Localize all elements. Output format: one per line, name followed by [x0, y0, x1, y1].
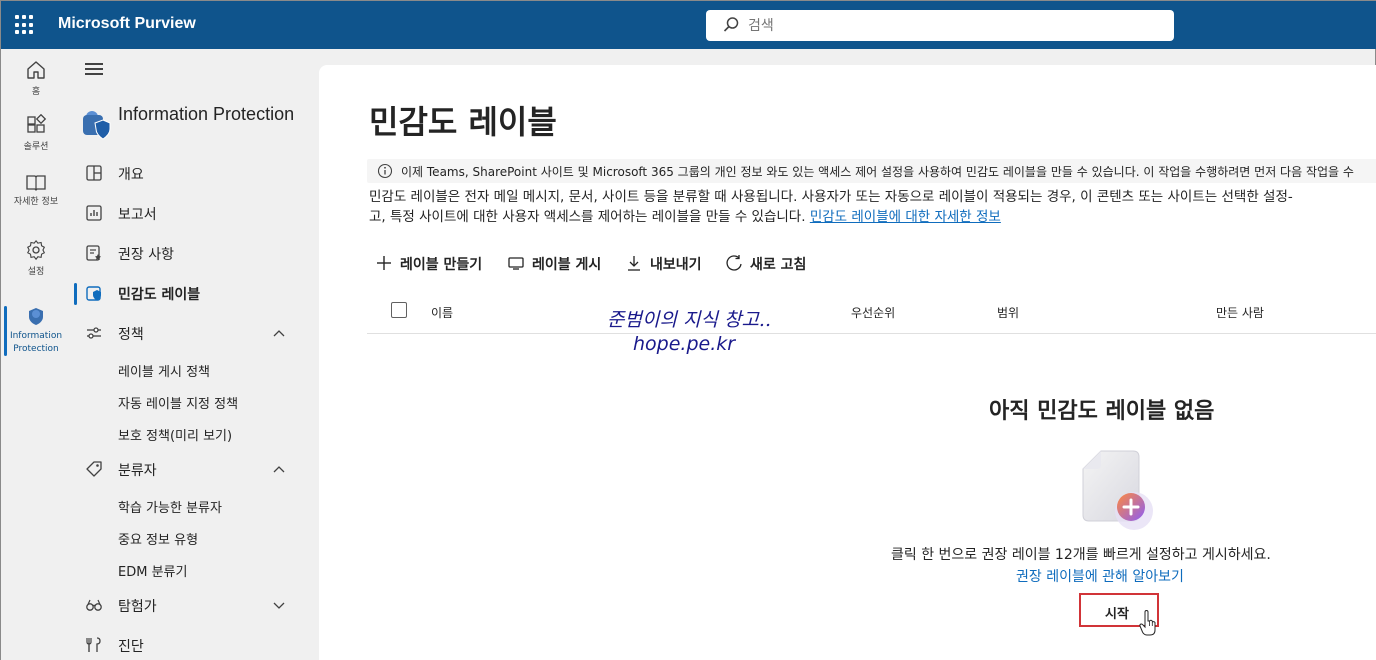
hamburger-menu-icon[interactable] — [85, 63, 103, 77]
learn-more-link[interactable]: 민감도 레이블에 대한 자세한 정보 — [810, 209, 1001, 225]
nav-label: 진단 — [118, 639, 144, 655]
left-rail: 홈 솔루션 자세한 정보 설정 Information Protection — [1, 49, 71, 660]
toolbar-label: 새로 고침 — [750, 257, 807, 273]
policy-icon — [87, 327, 101, 339]
nav-item-reports[interactable]: 보고서 — [71, 195, 319, 231]
button-label: 시작 — [1105, 607, 1129, 622]
main-content: 민감도 레이블 이제 Teams, SharePoint 사이트 및 Micro… — [319, 65, 1376, 660]
nav-label: 권장 사항 — [118, 247, 174, 263]
info-message-bar: 이제 Teams, SharePoint 사이트 및 Microsoft 365… — [367, 159, 1376, 183]
app-title: Information Protection — [118, 104, 295, 124]
toolbar-label: 레이블 게시 — [532, 257, 602, 273]
nav-sub-label-publishing-policies[interactable]: 레이블 게시 정책 — [118, 361, 210, 380]
search-box[interactable] — [706, 10, 1174, 41]
classifier-icon — [86, 461, 102, 477]
description-line: 고, 특정 사이트에 대한 사용자 액세스를 제어하는 레이블을 만들 수 있습… — [369, 207, 1376, 227]
chevron-down-icon[interactable] — [272, 598, 286, 612]
table-header: 이름 우선순위 범위 만든 사람 — [367, 290, 1376, 334]
toolbar-label: 레이블 만들기 — [400, 257, 483, 273]
empty-state-title: 아직 민감도 레이블 없음 — [989, 399, 1215, 424]
export-button[interactable]: 내보내기 — [625, 251, 711, 275]
recommendations-icon — [86, 245, 101, 261]
rail-label: 설정 — [27, 267, 45, 277]
column-header-created-by[interactable]: 만든 사람 — [1216, 304, 1264, 321]
watermark-url: hope.pe.kr — [633, 333, 736, 355]
nav-label: 민감도 레이블 — [118, 287, 201, 303]
explorer-icon — [86, 599, 102, 611]
plus-icon — [377, 256, 391, 270]
rail-label: 홈 — [31, 87, 41, 97]
column-header-priority[interactable]: 우선순위 — [851, 304, 895, 321]
watermark-text: 준범이의 지식 창고.. — [607, 309, 771, 331]
nav-label: 정책 — [118, 327, 144, 343]
nav-item-sensitivity-labels[interactable]: 민감도 레이블 — [71, 275, 319, 311]
nav-sub-trainable-classifiers[interactable]: 학습 가능한 분류자 — [118, 497, 222, 516]
chevron-up-icon[interactable] — [272, 462, 286, 476]
nav-sub-edm-classifiers[interactable]: EDM 분류기 — [118, 561, 187, 580]
rail-label: 자세한 정보 — [13, 197, 59, 207]
description-line: 민감도 레이블은 전자 메일 메시지, 문서, 사이트 등을 분류할 때 사용됩… — [369, 189, 1293, 205]
top-bar: Microsoft Purview — [1, 1, 1376, 49]
nav-sub-auto-labeling-policies[interactable]: 자동 레이블 지정 정책 — [118, 393, 238, 412]
nav-label: 탐험가 — [118, 599, 157, 615]
nav-sub-protection-policies[interactable]: 보호 정책(미리 보기) — [118, 425, 232, 444]
toolbar-label: 내보내기 — [650, 257, 702, 273]
rail-label: 솔루션 — [23, 142, 49, 152]
navigation-pane: Information Protection 개요 보고서 권장 사항 민감도 … — [71, 49, 319, 660]
download-icon — [628, 256, 640, 271]
nav-item-diagnostics[interactable]: 진단 — [71, 627, 319, 660]
select-all-checkbox[interactable] — [391, 302, 407, 318]
search-input[interactable] — [748, 15, 1148, 36]
refresh-button[interactable]: 새로 고침 — [725, 251, 821, 275]
hand-cursor-icon — [1139, 610, 1156, 636]
nav-label: 개요 — [118, 167, 144, 183]
rail-item-information-protection[interactable]: Information Protection — [1, 305, 71, 356]
information-protection-logo-icon — [83, 111, 111, 140]
information-protection-icon — [29, 308, 43, 325]
publish-icon — [508, 257, 524, 270]
diagnostics-icon — [86, 637, 101, 652]
nav-label: 분류자 — [118, 463, 157, 479]
rail-label: Information Protection — [9, 331, 63, 354]
nav-sub-sensitive-info-types[interactable]: 중요 정보 유형 — [118, 529, 198, 548]
nav-item-recommendations[interactable]: 권장 사항 — [71, 235, 319, 271]
page-description: 민감도 레이블은 전자 메일 메시지, 문서, 사이트 등을 분류할 때 사용됩… — [369, 187, 1376, 227]
refresh-icon — [726, 255, 742, 271]
create-label-button[interactable]: 레이블 만들기 — [375, 251, 495, 275]
nav-item-explorers[interactable]: 탐험가 — [71, 587, 319, 623]
nav-item-policies[interactable]: 정책 — [71, 315, 319, 351]
empty-state-illustration-icon — [1082, 450, 1153, 530]
chevron-up-icon[interactable] — [272, 326, 286, 340]
column-header-scope[interactable]: 범위 — [997, 304, 1019, 321]
brand-name[interactable]: Microsoft Purview — [58, 15, 196, 33]
column-header-name[interactable]: 이름 — [431, 304, 453, 321]
reports-icon — [86, 205, 102, 221]
app-launcher-icon[interactable] — [15, 15, 35, 35]
overview-icon — [86, 165, 102, 181]
home-icon — [27, 61, 45, 79]
rail-item-solutions[interactable]: 솔루션 — [1, 114, 71, 152]
rail-item-learn[interactable]: 자세한 정보 — [1, 171, 71, 208]
learn-icon — [26, 175, 46, 191]
solutions-icon — [27, 114, 47, 133]
nav-item-classifiers[interactable]: 분류자 — [71, 451, 319, 487]
nav-label: 보고서 — [118, 207, 157, 223]
rail-item-home[interactable]: 홈 — [1, 59, 71, 97]
description-text: 고, 특정 사이트에 대한 사용자 액세스를 제어하는 레이블을 만들 수 있습… — [369, 209, 806, 225]
search-icon — [723, 17, 739, 32]
settings-icon — [27, 239, 46, 261]
learn-recommended-labels-link[interactable]: 권장 레이블에 관해 알아보기 — [1016, 566, 1184, 586]
page-title: 민감도 레이블 — [369, 103, 557, 141]
nav-item-overview[interactable]: 개요 — [71, 155, 319, 191]
publish-label-button[interactable]: 레이블 게시 — [507, 251, 609, 275]
rail-item-settings[interactable]: 설정 — [1, 239, 71, 277]
sensitivity-label-icon — [86, 286, 101, 301]
empty-state-message: 클릭 한 번으로 권장 레이블 12개를 빠르게 설정하고 게시하세요. — [891, 547, 1271, 563]
info-icon — [377, 163, 393, 179]
info-message-text: 이제 Teams, SharePoint 사이트 및 Microsoft 365… — [401, 165, 1354, 179]
